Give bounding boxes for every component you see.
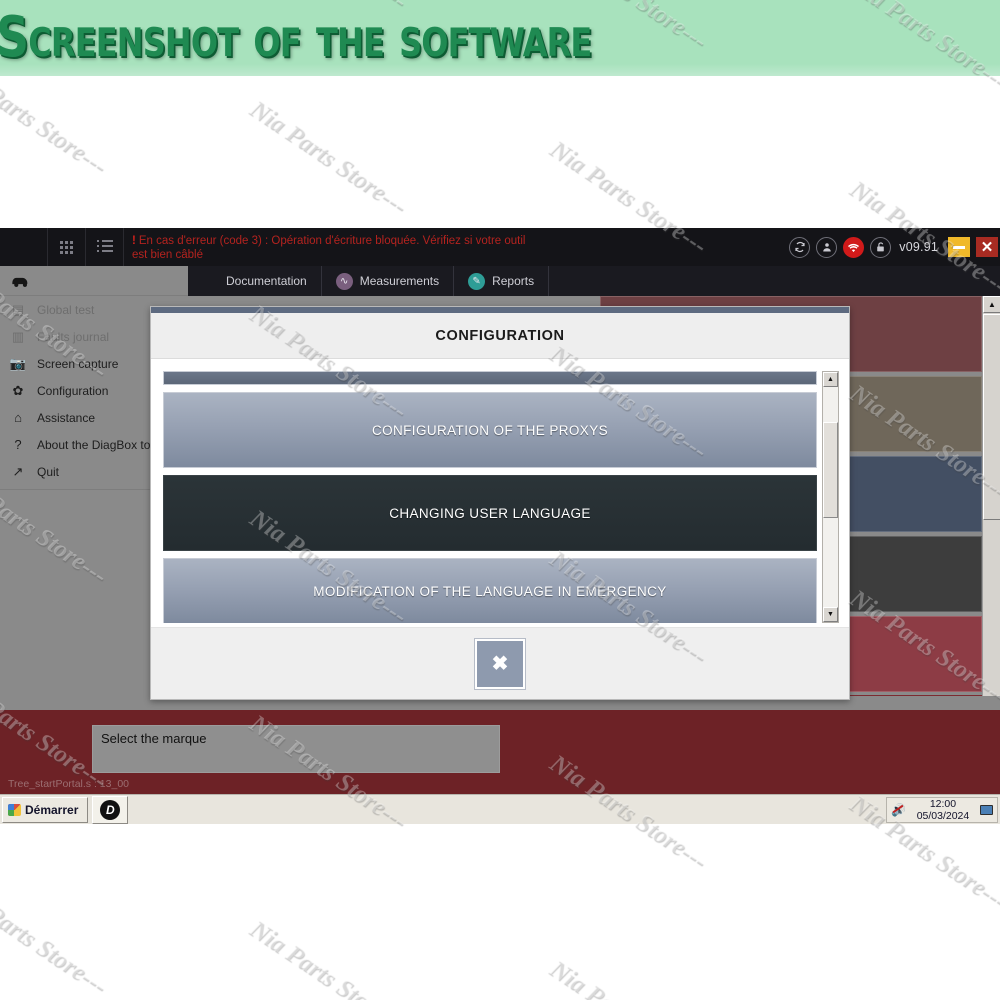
tree-status-label: Tree_startPortal.s : 13_00	[8, 778, 130, 790]
sidebar-item-label: Configuration	[37, 383, 109, 398]
car-icon	[12, 277, 28, 287]
user-icon[interactable]	[816, 236, 838, 258]
white-spacer	[0, 76, 1000, 228]
sidebar-item-label: Screen capture	[37, 356, 119, 371]
windows-flag-icon	[8, 803, 21, 816]
diagbox-logo-icon: D	[100, 799, 121, 820]
gear-icon: ✿	[12, 382, 24, 398]
dialog-scrollbar-thumb[interactable]	[823, 422, 838, 518]
sidebar-vehicle-header[interactable]	[0, 266, 188, 296]
page-banner: Screenshot of the software	[0, 0, 1000, 76]
start-button[interactable]: Démarrer	[2, 796, 89, 823]
wifi-icon[interactable]	[843, 236, 865, 258]
scroll-up-button[interactable]: ▲	[983, 296, 1000, 313]
dialog-close-button[interactable]: ✖	[475, 638, 525, 689]
tab-reports[interactable]: ✎ Reports	[454, 266, 550, 296]
camera-icon: 📷	[9, 355, 27, 371]
version-label: v09.91	[899, 240, 938, 254]
tab-measurements[interactable]: ∿ Measurements	[322, 266, 455, 296]
tray-date: 05/03/2024	[916, 810, 970, 822]
marque-select-box[interactable]: Select the marque	[92, 725, 500, 773]
sidebar-item-label: About the DiagBox tool	[37, 437, 160, 452]
system-tray: 🔊 12:00 05/03/2024	[886, 797, 998, 823]
configuration-option-list: CONFIGURATION OF THE PROXYS CHANGING USE…	[163, 371, 839, 623]
dialog-footer: ✖	[151, 627, 849, 699]
monitor-icon[interactable]	[980, 805, 993, 815]
mute-icon[interactable]: 🔊	[891, 803, 906, 817]
tab-reports-label: Reports	[492, 274, 535, 288]
header-left-spacer	[0, 228, 48, 266]
headset-icon: ⌂	[14, 410, 22, 425]
refresh-icon[interactable]	[789, 236, 811, 258]
sidebar-item-label: Global test	[37, 302, 95, 317]
config-option-language-emergency[interactable]: MODIFICATION OF THE LANGUAGE IN EMERGENC…	[163, 558, 817, 623]
header-right-controls: v09.91 ✕	[789, 228, 1000, 266]
list-icon	[96, 239, 113, 255]
grid-view-button[interactable]	[48, 228, 86, 266]
configuration-dialog: CONFIGURATION CONFIGURATION OF THE PROXY…	[150, 306, 850, 700]
app-footer: Select the marque Tree_startPortal.s : 1…	[0, 710, 1000, 794]
warning-text: En cas d'erreur (code 3) : Opération d'é…	[132, 235, 526, 261]
question-icon: ?	[14, 437, 22, 452]
app-header-bar: ! En cas d'erreur (code 3) : Opération d'…	[0, 228, 1000, 266]
journal-icon: ▥	[11, 328, 25, 344]
grid-icon	[60, 240, 73, 254]
warning-exclamation-icon: !	[132, 235, 136, 247]
server-icon: ▤	[11, 301, 25, 317]
tab-measurements-label: Measurements	[359, 274, 440, 288]
sidebar-item-label: Faults journal	[37, 329, 110, 344]
close-window-button[interactable]: ✕	[976, 237, 998, 257]
report-icon: ✎	[468, 272, 486, 290]
tab-documentation[interactable]: Documentation	[188, 266, 322, 296]
start-button-label: Démarrer	[25, 802, 79, 817]
config-option-proxys[interactable]: CONFIGURATION OF THE PROXYS	[163, 392, 817, 468]
tab-documentation-label: Documentation	[226, 274, 307, 288]
banner-title: Screenshot of the software	[0, 5, 592, 70]
doc-icon	[202, 273, 219, 290]
sidebar-item-label: Assistance	[37, 410, 96, 425]
config-option-partial[interactable]	[163, 371, 817, 385]
tray-time: 12:00	[929, 798, 957, 810]
dialog-scrollbar[interactable]: ▲ ▼	[822, 371, 839, 623]
dialog-scroll-up-button[interactable]: ▲	[823, 372, 838, 387]
config-option-changing-user-language[interactable]: CHANGING USER LANGUAGE	[163, 475, 817, 551]
waveform-icon: ∿	[335, 272, 353, 290]
banner-fade	[0, 64, 1000, 76]
dialog-scroll-down-button[interactable]: ▼	[823, 607, 838, 622]
sidebar-item-label: Quit	[37, 464, 60, 479]
windows-taskbar: Démarrer D 🔊 12:00 05/03/2024	[0, 794, 1000, 824]
tray-clock[interactable]: 12:00 05/03/2024	[911, 798, 975, 822]
taskbar-item-diagbox[interactable]: D	[92, 795, 129, 824]
exit-icon: ↗	[12, 463, 24, 479]
minimize-button[interactable]	[948, 237, 970, 257]
dialog-body: CONFIGURATION OF THE PROXYS CHANGING USE…	[151, 359, 849, 627]
dialog-title: CONFIGURATION	[151, 313, 849, 359]
bottom-white-area	[0, 824, 1000, 1000]
header-warning-message: ! En cas d'erreur (code 3) : Opération d'…	[124, 228, 544, 262]
list-view-button[interactable]	[86, 228, 124, 266]
lock-icon[interactable]	[870, 236, 892, 258]
scrollbar-thumb[interactable]	[983, 314, 1000, 520]
